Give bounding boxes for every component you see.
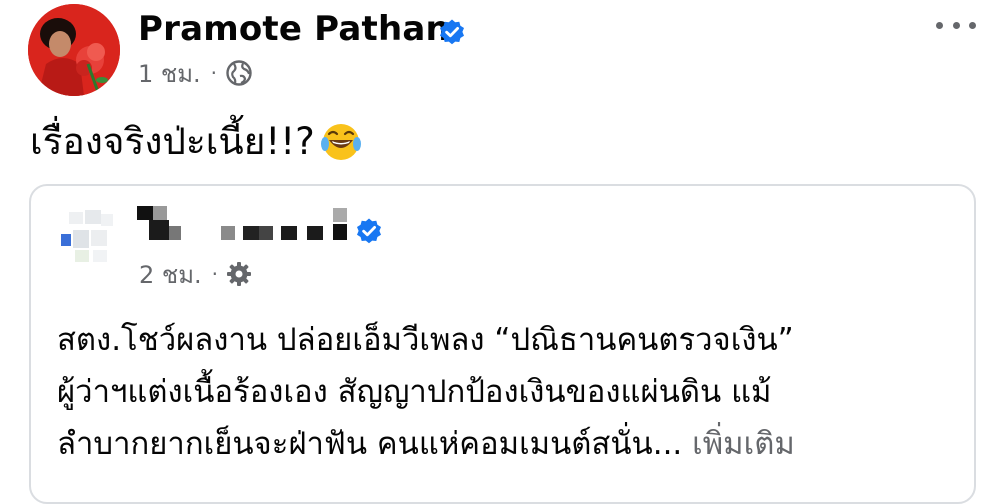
shared-post-text: สตง.โชว์ผลงาน ปล่อยเอ็มวีเพลง “ปณิธานคนต…: [57, 314, 967, 470]
shared-text-line-last: ลำบากยากเย็นจะฝ่าฟัน คนแห่คอมเมนต์สนั่น.…: [57, 418, 967, 470]
shared-post-card[interactable]: 2 ชม. · สตง.โชว์ผลงาน ปล่อยเอ็มวีเพลง “ป…: [29, 184, 976, 504]
shared-text-line: ลำบากยากเย็นจะฝ่าฟัน คนแห่คอมเมนต์สนั่น.…: [57, 426, 683, 462]
meta-separator: ·: [210, 61, 217, 85]
more-dot-icon: [952, 21, 960, 29]
shared-text-line: ผู้ว่าฯแต่งเนื้อร้องเอง สัญญาปกป้องเงินข…: [57, 374, 772, 410]
see-more-link[interactable]: เพิ่มเติม: [692, 426, 795, 462]
author-name[interactable]: Pramote Pathan: [138, 9, 450, 49]
globe-icon[interactable]: [225, 59, 253, 87]
post-caption: เรื่องจริงป่ะเนี้ย!!?: [30, 112, 363, 171]
shared-text-line: สตง.โชว์ผลงาน ปล่อยเอ็มวีเพลง “ปณิธานคนต…: [57, 322, 794, 358]
meta-separator: ·: [211, 262, 218, 286]
shared-post-timestamp[interactable]: 2 ชม.: [139, 255, 202, 294]
gear-icon[interactable]: [226, 261, 252, 287]
shared-post-meta: 2 ชม. ·: [139, 258, 252, 290]
author-avatar-image: [28, 4, 120, 96]
face-with-tears-of-joy-icon: [320, 123, 361, 160]
author-avatar[interactable]: [28, 4, 120, 96]
verified-badge-icon: [440, 19, 464, 45]
shared-verified-badge-icon: [357, 218, 381, 244]
post-timestamp[interactable]: 1 ชม.: [138, 54, 201, 93]
post-meta: 1 ชม. ·: [138, 57, 253, 89]
more-dot-icon: [969, 21, 976, 29]
shared-author-avatar-blurred[interactable]: [61, 206, 121, 266]
caption-text: เรื่องจริงป่ะเนี้ย!!?: [30, 120, 315, 163]
more-options-button[interactable]: [936, 14, 976, 36]
more-dot-icon: [936, 21, 943, 29]
